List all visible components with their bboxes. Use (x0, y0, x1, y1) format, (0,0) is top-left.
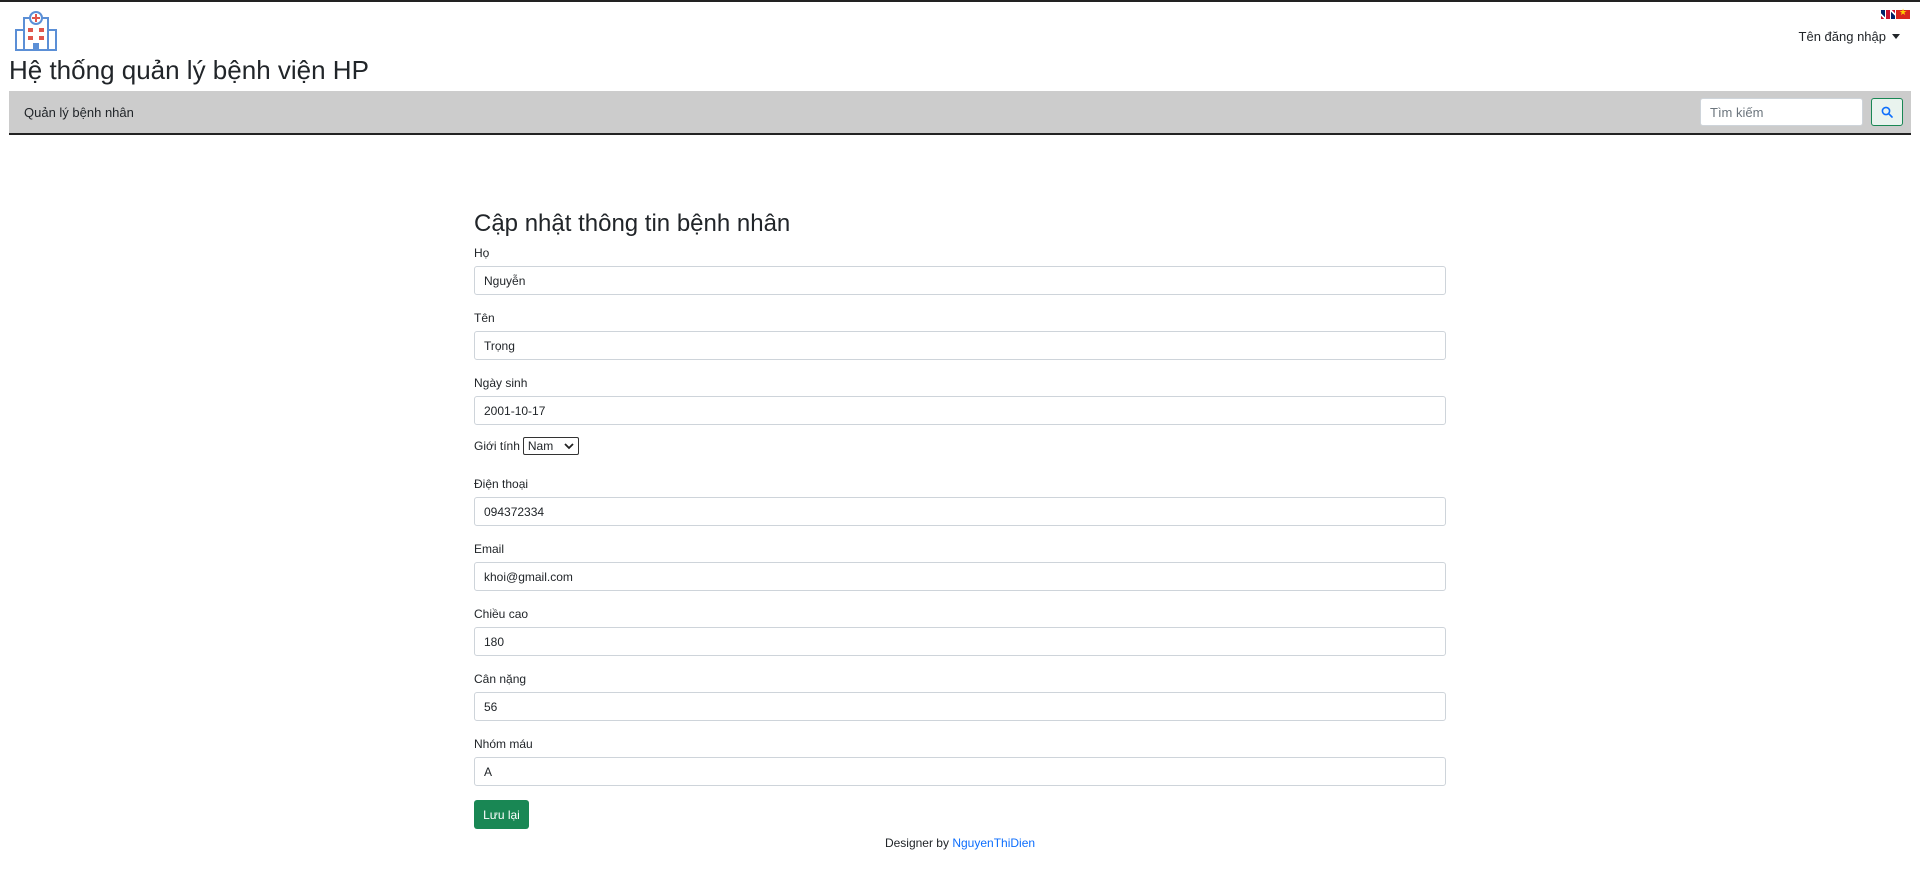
search-input[interactable] (1700, 98, 1863, 126)
email-label: Email (474, 542, 505, 556)
first-name-label: Tên (474, 311, 495, 325)
user-menu-label: Tên đăng nhập (1798, 29, 1886, 44)
gender-selected-value: Nam (527, 439, 554, 453)
first-name-group: Tên (474, 311, 1446, 360)
dob-label: Ngày sinh (474, 376, 528, 390)
search-icon (1881, 106, 1893, 118)
hospital-icon[interactable] (14, 10, 58, 52)
last-name-input[interactable] (474, 266, 1446, 295)
last-name-label: Họ (474, 246, 490, 260)
phone-input[interactable] (474, 497, 1446, 526)
gender-label: Giới tính (474, 439, 520, 453)
last-name-group: Họ (474, 246, 1446, 295)
phone-group: Điện thoại (474, 477, 1446, 526)
height-group: Chiều cao (474, 607, 1446, 656)
weight-group: Cân nặng (474, 672, 1446, 721)
height-input[interactable] (474, 627, 1446, 656)
patient-update-form: Cập nhật thông tin bệnh nhân Họ Tên Ngày… (474, 208, 1446, 829)
gender-select[interactable]: Nam (522, 437, 579, 455)
flag-uk-icon[interactable] (1881, 10, 1895, 19)
blood-type-group: Nhóm máu (474, 737, 1446, 786)
height-label: Chiều cao (474, 607, 529, 621)
dob-input[interactable] (474, 396, 1446, 425)
chevron-down-icon (564, 442, 574, 449)
footer-author-link[interactable]: NguyenThiDien (952, 836, 1035, 850)
weight-label: Cân nặng (474, 672, 527, 686)
dob-group: Ngày sinh (474, 376, 1446, 425)
phone-label: Điện thoại (474, 477, 529, 491)
blood-type-label: Nhóm máu (474, 737, 533, 751)
blood-type-input[interactable] (474, 757, 1446, 786)
caret-down-icon (1892, 34, 1900, 39)
form-title: Cập nhật thông tin bệnh nhân (474, 210, 791, 237)
email-group: Email (474, 542, 1446, 591)
weight-input[interactable] (474, 692, 1446, 721)
footer: Designer by NguyenThiDien (0, 836, 1920, 850)
language-switcher (1881, 7, 1910, 19)
search-button[interactable] (1871, 98, 1903, 126)
flag-vn-icon[interactable] (1896, 7, 1910, 19)
nav-link-patient-management[interactable]: Quản lý bệnh nhân (24, 105, 134, 120)
save-button[interactable]: Lưu lại (474, 800, 529, 829)
gender-group: Giới tính Nam (474, 437, 579, 455)
site-title: Hệ thống quản lý bệnh viện HP (9, 55, 369, 85)
footer-prefix: Designer by (884, 836, 949, 850)
user-menu-dropdown[interactable]: Tên đăng nhập (1799, 29, 1900, 44)
first-name-input[interactable] (474, 331, 1446, 360)
navbar: Quản lý bệnh nhân (9, 91, 1911, 135)
email-input[interactable] (474, 562, 1446, 591)
